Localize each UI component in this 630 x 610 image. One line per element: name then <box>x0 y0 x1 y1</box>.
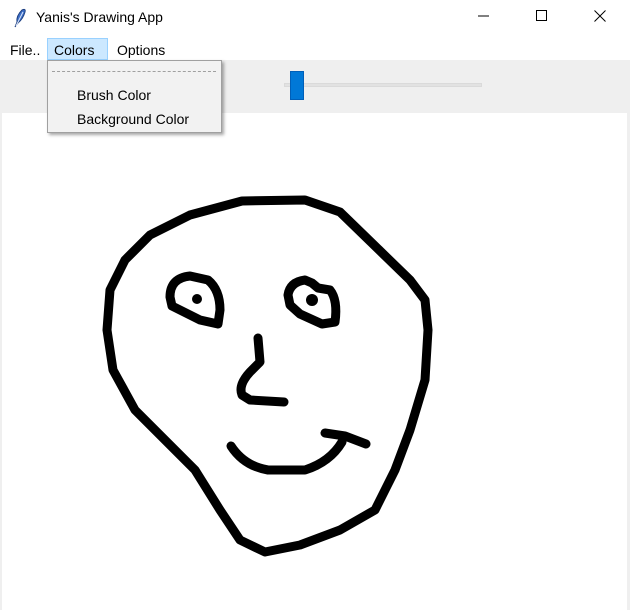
mouth-stroke <box>226 428 371 475</box>
nose-stroke <box>236 333 289 407</box>
menu-item-background-color[interactable]: Background Color <box>77 111 189 127</box>
menu-tearoff-line[interactable] <box>52 71 216 72</box>
left-pupil <box>192 294 202 304</box>
colors-dropdown-menu: Brush Color Background Color <box>47 60 222 133</box>
face-outline-stroke <box>102 195 433 557</box>
menu-item-brush-color[interactable]: Brush Color <box>77 87 151 103</box>
right-pupil <box>306 294 318 306</box>
